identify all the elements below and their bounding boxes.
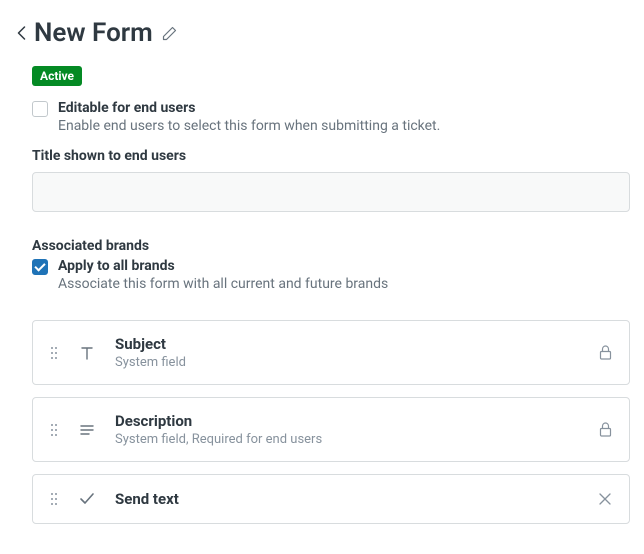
title-section-label: Title shown to end users	[32, 148, 630, 164]
back-chevron-icon[interactable]	[14, 22, 28, 44]
apply-all-brands-description: Associate this form with all current and…	[58, 276, 388, 292]
field-card[interactable]: Description System field, Required for en…	[32, 397, 630, 462]
apply-all-brands-row: Apply to all brands Associate this form …	[32, 258, 630, 292]
apply-all-brands-checkbox[interactable]	[32, 259, 48, 275]
field-info: Subject System field	[115, 335, 579, 370]
field-card[interactable]: Send text	[32, 474, 630, 524]
field-subtitle: System field	[115, 355, 579, 370]
field-subtitle: System field, Required for end users	[115, 432, 579, 447]
editable-checkbox-row: Editable for end users Enable end users …	[32, 100, 630, 134]
title-input[interactable]	[32, 172, 630, 212]
status-badge: Active	[32, 66, 82, 86]
field-info: Send text	[115, 490, 579, 508]
page-title: New Form	[34, 18, 153, 48]
drag-handle-icon[interactable]	[49, 423, 59, 437]
editable-description: Enable end users to select this form whe…	[58, 118, 440, 134]
field-title: Subject	[115, 335, 579, 353]
field-card[interactable]: Subject System field	[32, 320, 630, 385]
field-info: Description System field, Required for en…	[115, 412, 579, 447]
brands-heading: Associated brands	[32, 238, 630, 254]
checkbox-field-icon	[77, 489, 97, 509]
drag-handle-icon[interactable]	[49, 492, 59, 506]
drag-handle-icon[interactable]	[49, 346, 59, 360]
page-header: New Form	[14, 18, 630, 48]
editable-label: Editable for end users	[58, 100, 440, 116]
apply-all-brands-label: Apply to all brands	[58, 258, 388, 274]
multiline-field-icon	[77, 420, 97, 440]
field-title: Send text	[115, 490, 579, 508]
editable-checkbox[interactable]	[32, 101, 48, 117]
lock-icon	[597, 345, 613, 361]
text-field-icon	[77, 343, 97, 363]
close-icon[interactable]	[597, 491, 613, 507]
pencil-icon[interactable]	[161, 24, 179, 42]
field-title: Description	[115, 412, 579, 430]
lock-icon	[597, 422, 613, 438]
